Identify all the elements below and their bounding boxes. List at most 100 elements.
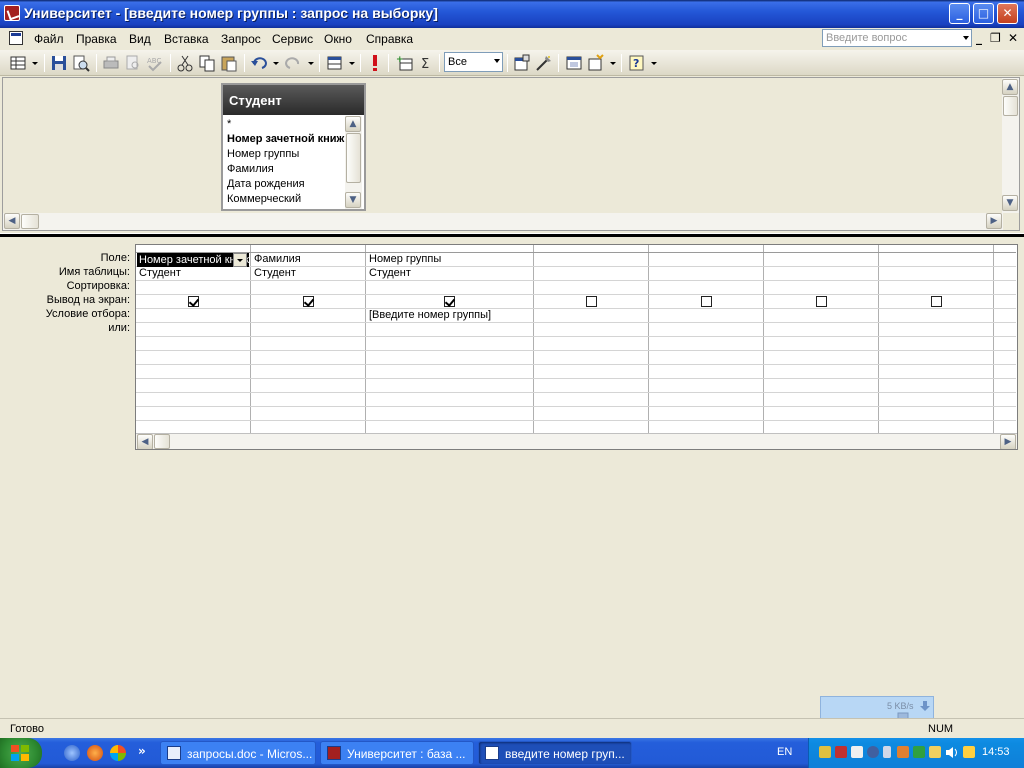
taskbar-button-word[interactable]: запросы.doc - Micros... [160, 741, 316, 765]
windows-update-icon[interactable] [110, 745, 126, 761]
redo-icon[interactable] [284, 54, 302, 72]
chevron-down-icon[interactable] [651, 62, 657, 65]
show-table-icon[interactable]: + [396, 54, 414, 72]
ask-question-input[interactable]: Введите вопрос [822, 29, 972, 47]
pane-splitter[interactable] [0, 233, 1024, 237]
mdi-minimize-button[interactable]: _ [976, 31, 982, 45]
tray-app-icon[interactable] [897, 746, 909, 758]
table-pane-hscroll[interactable]: ◀ ▶ [3, 213, 1003, 230]
show-checkbox[interactable] [303, 296, 314, 307]
table-cell[interactable]: Студент [369, 267, 529, 280]
quicklaunch-overflow[interactable]: » [138, 744, 146, 758]
run-icon[interactable] [366, 54, 384, 72]
mdi-restore-button[interactable]: ❐ [990, 31, 1001, 45]
criteria-cell[interactable]: [Введите номер группы] [369, 309, 529, 322]
scroll-left-icon[interactable]: ◀ [4, 213, 20, 229]
print-preview-icon-disabled[interactable] [124, 54, 142, 72]
totals-icon[interactable]: Σ [418, 54, 436, 72]
print-preview-icon[interactable] [72, 54, 90, 72]
chevron-down-icon[interactable] [494, 59, 500, 63]
firefox-icon[interactable] [87, 745, 103, 761]
menu-file[interactable]: Файл [34, 32, 64, 46]
chevron-down-icon[interactable] [963, 36, 969, 40]
copy-icon[interactable] [198, 54, 216, 72]
tray-app-icon[interactable] [851, 746, 863, 758]
grid-column[interactable] [879, 245, 994, 433]
build-icon[interactable] [535, 54, 553, 72]
access-app-icon[interactable] [4, 5, 20, 21]
taskbar-button-database[interactable]: Университет : база ... [320, 741, 474, 765]
spelling-icon[interactable]: ABC [146, 54, 164, 72]
scroll-down-icon[interactable]: ▼ [345, 192, 361, 208]
menu-insert[interactable]: Вставка [164, 32, 209, 46]
scroll-right-icon[interactable]: ▶ [986, 213, 1002, 229]
language-indicator[interactable]: EN [777, 746, 792, 758]
maximize-button[interactable]: □ [973, 3, 994, 24]
chevron-down-icon[interactable] [349, 62, 355, 65]
menu-help[interactable]: Справка [366, 32, 413, 46]
query-design-grid[interactable]: Номер зачетной книжки Студент Фамилия Ст… [135, 244, 1018, 450]
show-checkbox[interactable] [444, 296, 455, 307]
show-checkbox[interactable] [701, 296, 712, 307]
scroll-thumb[interactable] [154, 434, 170, 449]
chevron-down-icon[interactable] [233, 253, 247, 267]
tray-app-icon[interactable] [867, 746, 879, 758]
table-pane-vscroll[interactable]: ▲ ▼ [1002, 78, 1019, 213]
undo-icon[interactable] [250, 54, 268, 72]
new-object-icon[interactable] [587, 54, 605, 72]
grid-hscroll[interactable]: ◀ ▶ [136, 433, 1017, 449]
table-field-list-student[interactable]: Студент * Номер зачетной книжки Номер гр… [221, 83, 366, 211]
table-cell[interactable]: Студент [254, 267, 364, 280]
field-list-vscroll[interactable]: ▲ ▼ [345, 116, 362, 209]
field-item[interactable]: * [227, 117, 347, 132]
scroll-right-icon[interactable]: ▶ [1000, 434, 1016, 449]
field-item[interactable]: Дата рождения [227, 177, 347, 192]
chevron-down-icon[interactable] [308, 62, 314, 65]
save-icon[interactable] [50, 54, 68, 72]
menu-query[interactable]: Запрос [221, 32, 261, 46]
menu-window[interactable]: Окно [324, 32, 352, 46]
taskbar-button-query[interactable]: введите номер груп... [478, 741, 632, 765]
field-item[interactable]: Номер группы [227, 147, 347, 162]
minimize-button[interactable]: _ [949, 3, 970, 24]
scroll-thumb[interactable] [346, 133, 361, 183]
table-cell[interactable]: Студент [139, 267, 249, 280]
tray-app-icon[interactable] [835, 746, 847, 758]
database-window-icon[interactable] [565, 54, 583, 72]
top-values-combo[interactable]: Все [444, 52, 503, 72]
table-pane[interactable]: ▲ ▼ ◀ ▶ [2, 77, 1020, 231]
view-icon[interactable] [9, 54, 27, 72]
scroll-thumb[interactable] [21, 214, 39, 229]
query-window-icon[interactable] [9, 31, 23, 45]
tray-app-icon[interactable] [963, 746, 975, 758]
scroll-up-icon[interactable]: ▲ [1002, 79, 1018, 95]
query-type-icon[interactable] [326, 54, 344, 72]
tray-app-icon[interactable] [913, 746, 925, 758]
chevron-down-icon[interactable] [273, 62, 279, 65]
mdi-close-button[interactable]: ✕ [1008, 31, 1018, 45]
grid-column[interactable] [534, 245, 649, 433]
paste-icon[interactable] [220, 54, 238, 72]
properties-icon[interactable] [513, 54, 531, 72]
field-item-primary-key[interactable]: Номер зачетной книжки [227, 132, 347, 147]
tray-app-icon[interactable] [819, 746, 831, 758]
menu-tools[interactable]: Сервис [272, 32, 313, 46]
cut-icon[interactable] [176, 54, 194, 72]
show-checkbox[interactable] [931, 296, 942, 307]
clock[interactable]: 14:53 [982, 746, 1010, 758]
scroll-thumb[interactable] [1003, 96, 1018, 116]
volume-icon[interactable] [945, 746, 959, 759]
close-button[interactable]: ✕ [997, 3, 1018, 24]
start-button[interactable] [0, 738, 42, 768]
grid-column[interactable] [764, 245, 879, 433]
tray-app-icon[interactable] [929, 746, 941, 758]
tray-app-icon[interactable] [883, 746, 891, 758]
field-item[interactable]: Фамилия [227, 162, 347, 177]
scroll-up-icon[interactable]: ▲ [345, 116, 361, 132]
help-icon[interactable]: ? [628, 54, 646, 72]
show-desktop-icon[interactable] [64, 745, 80, 761]
show-checkbox[interactable] [586, 296, 597, 307]
chevron-down-icon[interactable] [610, 62, 616, 65]
show-checkbox[interactable] [188, 296, 199, 307]
table-field-list-title[interactable]: Студент [223, 85, 364, 115]
